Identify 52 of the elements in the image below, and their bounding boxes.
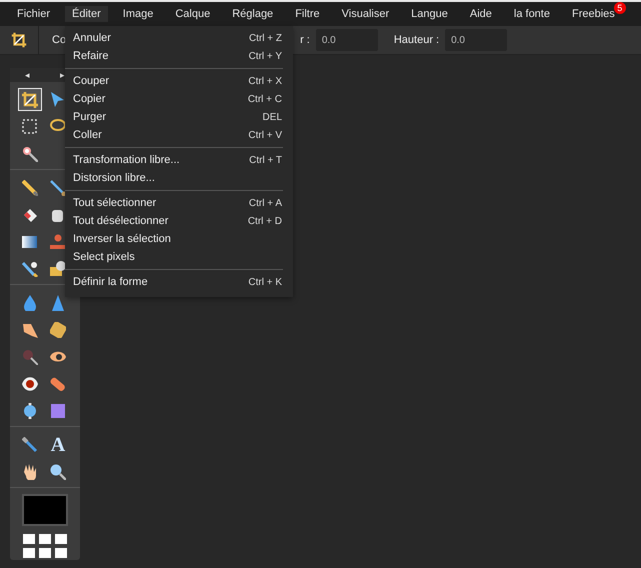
menu-item[interactable]: Langue: [404, 6, 455, 22]
zoom-icon: [50, 464, 66, 480]
redeye-icon: [22, 376, 38, 392]
menu-entry[interactable]: Tout sélectionner Ctrl + A: [65, 194, 293, 212]
tool-button[interactable]: [18, 88, 42, 111]
menu-item[interactable]: la fonte: [506, 6, 557, 22]
menu-entry[interactable]: Définir la forme Ctrl + K: [65, 273, 293, 291]
move-icon: [50, 92, 66, 108]
menu-entry[interactable]: Transformation libre... Ctrl + T: [65, 151, 293, 169]
menu-item[interactable]: Éditer: [65, 6, 108, 22]
brush-icon: [50, 180, 66, 196]
menu-entry[interactable]: Purger DEL: [65, 108, 293, 126]
stamp-icon: [50, 234, 66, 250]
menu-item[interactable]: Visualiser: [334, 6, 396, 22]
width-field[interactable]: 0.0: [316, 29, 378, 51]
color-swatch[interactable]: [22, 494, 68, 526]
menu-item[interactable]: Fichier: [10, 6, 58, 22]
menu-item[interactable]: Réglage: [225, 6, 280, 22]
menu-entry[interactable]: Select pixels: [65, 248, 293, 266]
width-label: r :: [300, 34, 310, 46]
pencil-icon: [22, 180, 38, 196]
picker-icon: [22, 436, 38, 452]
menu-item[interactable]: Filtre: [288, 6, 327, 22]
crop-icon[interactable]: [10, 31, 28, 49]
marquee-icon: [22, 118, 38, 134]
menu-entry[interactable]: Copier Ctrl + C: [65, 90, 293, 108]
menu-entry[interactable]: Annuler Ctrl + Z: [65, 29, 293, 47]
menu-entry[interactable]: Coller Ctrl + V: [65, 126, 293, 144]
notification-badge: 5: [614, 2, 626, 14]
shape-icon: [50, 260, 66, 276]
tool-button[interactable]: A: [46, 433, 70, 456]
menu-entry[interactable]: Inverser la sélection: [65, 230, 293, 248]
hand-icon: [22, 464, 38, 480]
replace-icon: [22, 260, 38, 276]
arrow-button[interactable]: ▸: [60, 70, 65, 80]
text-tool-glyph: A: [50, 434, 66, 454]
menu-entry[interactable]: Refaire Ctrl + Y: [65, 47, 293, 65]
menu-entry[interactable]: Couper Ctrl + X: [65, 72, 293, 90]
menu-item[interactable]: Aide: [462, 6, 499, 22]
height-field[interactable]: 0.0: [445, 29, 508, 51]
eraser-icon: [22, 206, 38, 222]
menu-item[interactable]: Image: [116, 6, 160, 22]
wand-icon: [22, 146, 38, 162]
arrow-button[interactable]: ◂: [25, 70, 30, 80]
drop-icon: [22, 294, 38, 310]
gradient-icon: [22, 234, 38, 250]
menu-entry[interactable]: Tout désélectionner Ctrl + D: [65, 212, 293, 230]
height-label: Hauteur :: [394, 34, 440, 46]
menu-entry[interactable]: Distorsion libre...: [65, 169, 293, 187]
crop-icon: [22, 92, 38, 108]
menu-item[interactable]: Calque: [168, 6, 218, 22]
cone-icon: [50, 294, 66, 310]
